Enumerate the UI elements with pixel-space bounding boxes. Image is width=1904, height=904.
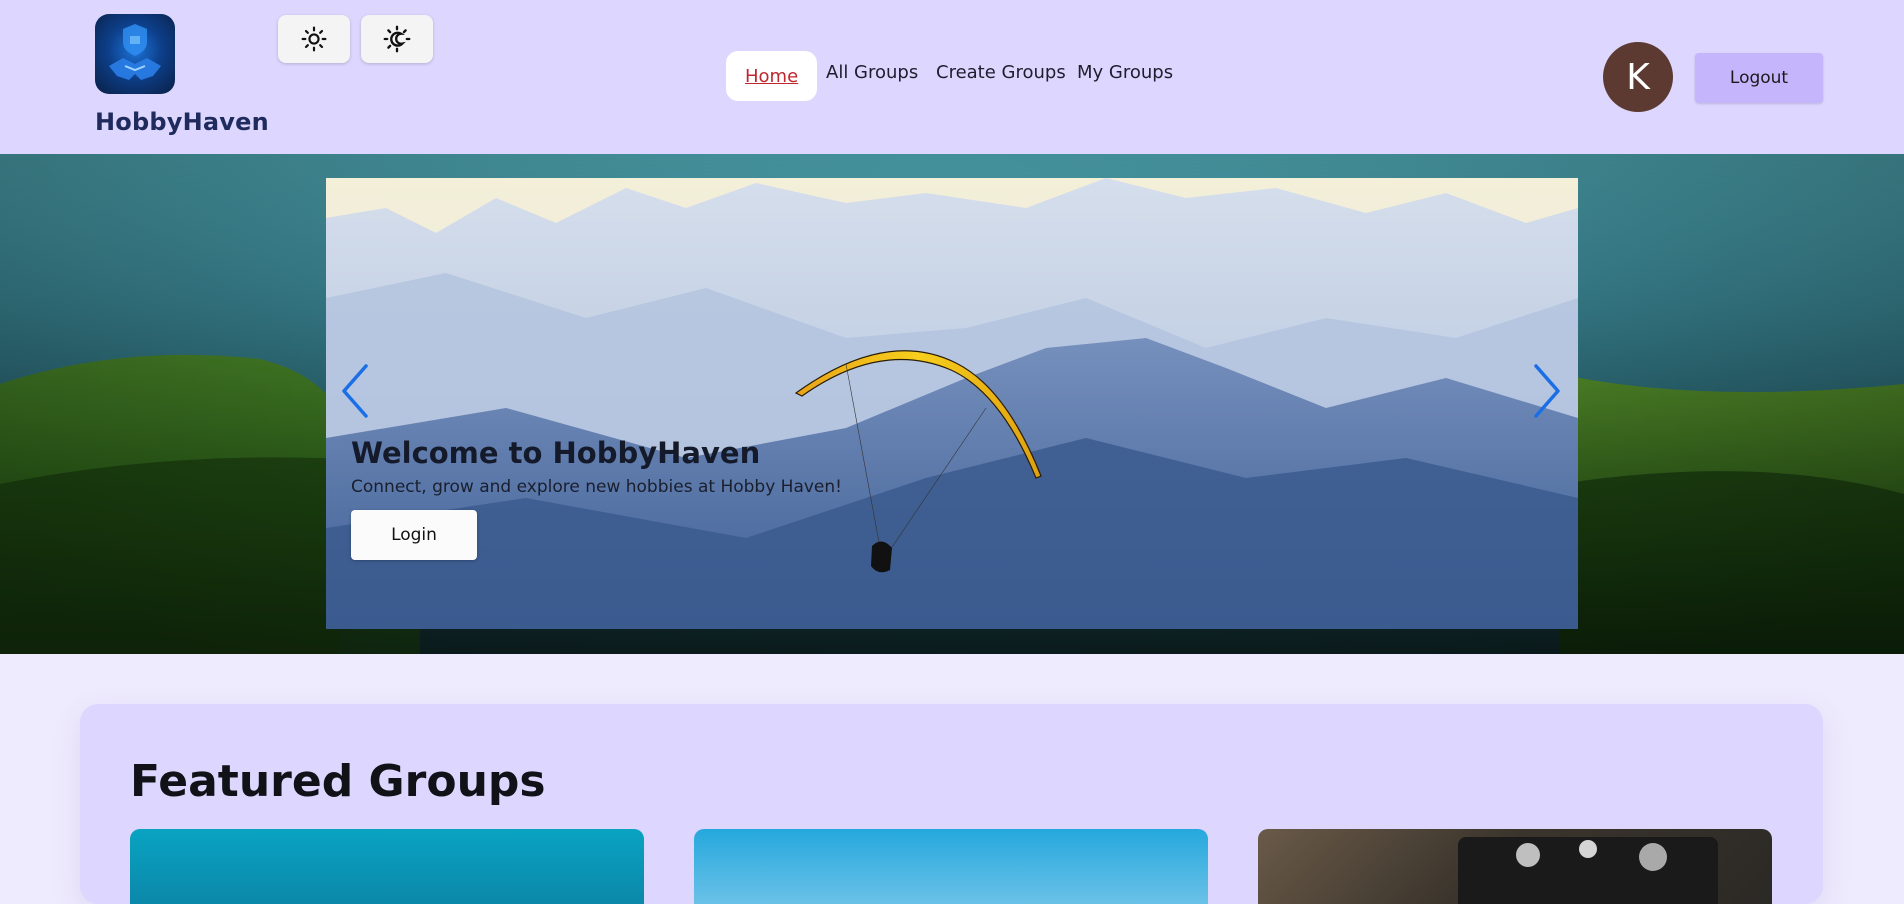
- group-card-3[interactable]: [1258, 829, 1772, 904]
- logout-button[interactable]: Logout: [1695, 53, 1823, 103]
- camera-image: [1258, 829, 1772, 904]
- avatar[interactable]: K: [1603, 42, 1673, 112]
- nav-all-groups[interactable]: All Groups: [826, 47, 918, 97]
- chevron-left-icon[interactable]: [338, 363, 372, 419]
- group-card-2[interactable]: [694, 829, 1208, 904]
- chevron-right-icon[interactable]: [1530, 363, 1564, 419]
- sun-icon: [301, 26, 327, 52]
- site-header: HobbyHaven Home All Groups Create Groups…: [0, 0, 1904, 154]
- featured-groups-section: Featured Groups: [80, 704, 1823, 904]
- moon-sun-icon: [383, 25, 411, 53]
- sky-image: [694, 829, 1208, 904]
- featured-title: Featured Groups: [130, 756, 546, 807]
- logo[interactable]: [95, 14, 175, 94]
- brand-name[interactable]: HobbyHaven: [95, 108, 269, 136]
- dark-mode-button[interactable]: [361, 15, 433, 63]
- hero-title: Welcome to HobbyHaven: [351, 436, 761, 470]
- hero-login-button[interactable]: Login: [351, 510, 477, 560]
- ocean-image: [130, 829, 644, 904]
- nav-my-groups[interactable]: My Groups: [1077, 47, 1173, 97]
- nav-create-groups[interactable]: Create Groups: [936, 47, 1066, 97]
- hero-subtitle: Connect, grow and explore new hobbies at…: [351, 477, 842, 497]
- nav-home[interactable]: Home: [726, 51, 818, 101]
- hero-slide-image: [326, 178, 1578, 629]
- mountains-paraglider-image: [326, 178, 1578, 629]
- handshake-shield-icon: [109, 24, 161, 80]
- group-card-1[interactable]: [130, 829, 644, 904]
- light-mode-button[interactable]: [278, 15, 350, 63]
